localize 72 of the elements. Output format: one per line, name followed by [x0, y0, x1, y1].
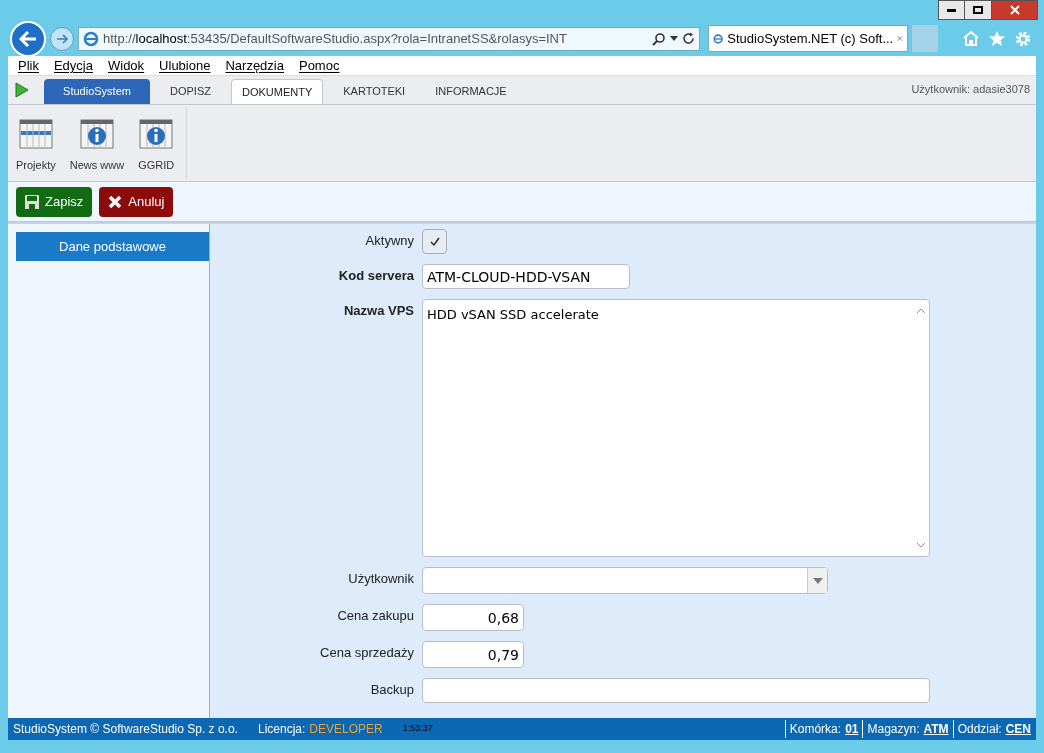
- close-icon: [1009, 5, 1020, 15]
- scroll-up-icon[interactable]: [915, 308, 926, 314]
- app-tab[interactable]: DOPISZ: [160, 79, 221, 104]
- menu-item[interactable]: Edycja: [53, 55, 93, 76]
- field-label: Aktywny: [364, 232, 415, 250]
- checkbox[interactable]: [422, 229, 447, 254]
- input-field[interactable]: ATM-CLOUD-HDD-VSAN: [422, 264, 630, 289]
- status-link[interactable]: 01: [845, 720, 859, 738]
- toolbar-button[interactable]: Projekty: [16, 119, 56, 179]
- back-arrow-icon: [19, 30, 37, 47]
- time-text: 1:53:37: [402, 722, 433, 736]
- app-tab[interactable]: DOKUMENTY: [230, 79, 324, 104]
- info-icon: [139, 119, 174, 149]
- status-label: Oddział:: [957, 721, 1002, 738]
- menu-item[interactable]: Widok: [108, 55, 145, 76]
- field-label: Kod servera: [337, 267, 415, 285]
- browser-icon: [83, 30, 99, 47]
- copyright-text: StudioSystem © SoftwareStudio Sp. z o.o.: [13, 721, 238, 738]
- license-value: DEVELOPER: [309, 721, 383, 738]
- app-tab[interactable]: INFORMACJE: [425, 79, 517, 104]
- menu-item[interactable]: Ulubione: [159, 55, 211, 76]
- save-button[interactable]: Zapisz: [16, 186, 93, 217]
- forward-button[interactable]: [50, 26, 74, 51]
- play-icon[interactable]: [14, 82, 30, 98]
- check-icon: [428, 235, 441, 248]
- text-value: HDD vSAN SSD accelerate: [427, 307, 599, 322]
- caret-icon: [812, 577, 823, 584]
- forward-arrow-icon: [56, 33, 68, 44]
- field-label: Backup: [369, 681, 415, 699]
- refresh-icon[interactable]: [682, 32, 695, 45]
- app-tab[interactable]: StudioSystem: [44, 79, 150, 104]
- input-field[interactable]: 0,68: [422, 604, 524, 631]
- close-icon: [108, 194, 123, 209]
- caret-icon[interactable]: [670, 36, 678, 41]
- field-label: Cena sprzedaży: [319, 644, 415, 662]
- home-icon[interactable]: [962, 29, 980, 47]
- star-icon[interactable]: [988, 29, 1006, 47]
- back-button[interactable]: [10, 20, 46, 57]
- status-link[interactable]: ATM: [923, 720, 949, 738]
- field-label: Cena zakupu: [336, 607, 415, 625]
- input-field[interactable]: [422, 678, 930, 703]
- minimize-button[interactable]: [938, 0, 965, 20]
- menu-item[interactable]: Pomoc: [298, 55, 340, 76]
- address-bar[interactable]: http://localhost:53435/DefaultSoftwareStudio.aspx?rola=IntranetSS&rolasys=INT: [78, 26, 700, 51]
- menu-item[interactable]: Narzędzia: [225, 55, 284, 76]
- input-field[interactable]: 0,79: [422, 641, 524, 668]
- menu-item[interactable]: Plik: [18, 55, 39, 76]
- text-area[interactable]: HDD vSAN SSD accelerate: [422, 299, 930, 557]
- close-button[interactable]: [992, 0, 1038, 20]
- url-text: http://localhost:53435/DefaultSoftwareStudio.aspx?rola=IntranetSS&rolasys=INT: [103, 29, 568, 48]
- close-icon[interactable]: [897, 34, 903, 43]
- sidebar-item[interactable]: Dane podstawowe: [16, 232, 209, 261]
- cancel-button[interactable]: Anuluj: [99, 186, 174, 217]
- settings-icon[interactable]: [1014, 29, 1032, 48]
- field-label: Nazwa VPS: [342, 302, 415, 320]
- calendar-icon: [18, 119, 53, 149]
- maximize-button[interactable]: [965, 0, 992, 20]
- search-icon[interactable]: [652, 31, 666, 46]
- app-tab[interactable]: KARTOTEKI: [333, 79, 416, 104]
- status-label: Komórka:: [789, 721, 842, 738]
- license-label: Licencja:: [257, 721, 306, 738]
- toolbar-button[interactable]: News www: [69, 119, 125, 179]
- dropdown-field[interactable]: [422, 567, 828, 594]
- field-label: Użytkownik: [347, 570, 415, 588]
- toolbar-button[interactable]: GGRID: [138, 119, 175, 179]
- scroll-down-icon[interactable]: [915, 542, 926, 548]
- status-label: Magazyn:: [867, 721, 920, 738]
- info-icon: [79, 119, 114, 149]
- tab-title: StudioSystem.NET (c) Soft...: [727, 29, 894, 48]
- user-label: Użytkownik: adasie3078: [911, 81, 1031, 97]
- browser-tab[interactable]: StudioSystem.NET (c) Soft...: [708, 25, 908, 52]
- status-link[interactable]: CEN: [1005, 720, 1031, 738]
